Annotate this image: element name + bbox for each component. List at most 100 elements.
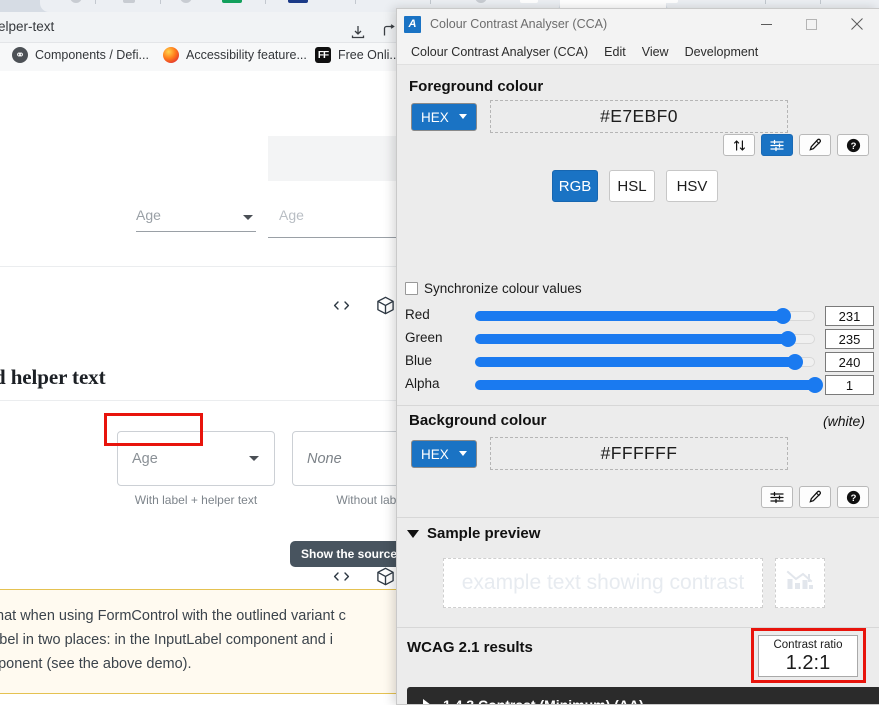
tab-hsv-label: HSV bbox=[676, 177, 708, 195]
download-icon[interactable] bbox=[350, 24, 366, 45]
section-divider bbox=[0, 400, 400, 401]
triangle-down-icon bbox=[407, 529, 419, 538]
tab-favicon[interactable] bbox=[520, 0, 538, 3]
sample-preview-graphic-box bbox=[775, 558, 825, 608]
background-section-title: Background colour bbox=[409, 412, 547, 429]
background-white-note: (white) bbox=[822, 413, 865, 429]
wcag-criterion-label: 1.4.3 Contrast (Minimum) (AA) bbox=[443, 696, 644, 705]
section-divider bbox=[397, 627, 879, 628]
svg-text:?: ? bbox=[850, 493, 856, 504]
demo-grey-panel bbox=[268, 136, 408, 181]
screenshot-root: elper-text ⚭ Components / Defi... Access… bbox=[0, 0, 879, 705]
background-format-select[interactable]: HEX bbox=[411, 440, 477, 468]
slider-value-blue[interactable]: 240 bbox=[825, 352, 874, 372]
wcag-criterion-143[interactable]: 1.4.3 Contrast (Minimum) (AA) bbox=[407, 687, 879, 705]
tab-separator bbox=[355, 0, 356, 4]
tab-separator bbox=[430, 0, 431, 4]
sample-preview-title: Sample preview bbox=[427, 525, 541, 542]
bookmark-label: Accessibility feature... bbox=[186, 48, 307, 62]
slider-fill-alpha bbox=[475, 380, 815, 390]
help-icon[interactable]: ? bbox=[837, 134, 869, 156]
ff-icon: FF bbox=[315, 47, 331, 63]
sliders-icon[interactable] bbox=[761, 486, 793, 508]
foreground-hex-input[interactable]: #E7EBF0 bbox=[490, 100, 788, 133]
code-brackets-icon[interactable] bbox=[333, 570, 350, 588]
cca-app-icon: A bbox=[404, 15, 421, 33]
slider-label-red: Red bbox=[405, 307, 430, 322]
section-divider bbox=[397, 517, 879, 518]
cca-title-bar[interactable]: A Colour Contrast Analyser (CCA) bbox=[397, 9, 879, 40]
slider-thumb-red[interactable] bbox=[775, 308, 791, 324]
sample-preview-text-box: example text showing contrast bbox=[443, 558, 763, 608]
globe-icon: ⚭ bbox=[12, 47, 28, 63]
tab-separator bbox=[765, 0, 766, 4]
tab-favicon[interactable] bbox=[660, 0, 678, 3]
chevron-down-icon[interactable] bbox=[249, 456, 259, 461]
code-brackets-icon[interactable] bbox=[333, 299, 350, 317]
bookmark-label: Free Onli... bbox=[338, 48, 400, 62]
tab-favicon-navy[interactable] bbox=[288, 0, 308, 3]
slider-fill-blue bbox=[475, 357, 795, 367]
codesandbox-cube-icon[interactable] bbox=[376, 567, 395, 591]
synchronize-colour-values-row[interactable]: Synchronize colour values bbox=[405, 281, 582, 296]
tab-favicon[interactable] bbox=[123, 0, 135, 3]
field-helper-text: With label + helper text bbox=[134, 493, 258, 507]
eyedropper-icon[interactable] bbox=[799, 134, 831, 156]
select-age-outlined[interactable]: Age bbox=[279, 207, 304, 223]
codesandbox-cube-icon[interactable] bbox=[376, 296, 395, 320]
bookmark-item-components[interactable]: ⚭ Components / Defi... bbox=[12, 47, 149, 63]
tab-favicon-green[interactable] bbox=[222, 0, 242, 3]
select-underline bbox=[268, 237, 400, 238]
bookmark-item-free-online[interactable]: FF Free Onli... bbox=[315, 47, 400, 63]
foreground-format-select[interactable]: HEX bbox=[411, 103, 477, 131]
sliders-icon[interactable] bbox=[761, 134, 793, 156]
slider-thumb-blue[interactable] bbox=[787, 354, 803, 370]
slider-thumb-alpha[interactable] bbox=[807, 377, 823, 393]
foreground-section-title: Foreground colour bbox=[409, 78, 544, 95]
tooltip-show-source: Show the source bbox=[290, 541, 409, 567]
info-callout: that when using FormControl with the out… bbox=[0, 589, 400, 694]
tab-hsl[interactable]: HSL bbox=[609, 170, 655, 202]
slider-label-blue: Blue bbox=[405, 353, 433, 368]
tab-hsv[interactable]: HSV bbox=[666, 170, 718, 202]
menu-item-development[interactable]: Development bbox=[677, 43, 767, 61]
sample-preview-text: example text showing contrast bbox=[461, 571, 745, 594]
minimize-icon[interactable] bbox=[744, 9, 789, 39]
background-hex-input[interactable]: #FFFFFF bbox=[490, 437, 788, 470]
foreground-hex-value: #E7EBF0 bbox=[600, 106, 678, 126]
help-icon[interactable]: ? bbox=[837, 486, 869, 508]
menu-item-edit[interactable]: Edit bbox=[596, 43, 634, 61]
select-value: None bbox=[307, 450, 342, 467]
cca-body: Foreground colour HEX #E7EBF0 ? RGB HSL … bbox=[397, 65, 879, 705]
menu-item-view[interactable]: View bbox=[634, 43, 677, 61]
close-icon[interactable] bbox=[834, 9, 879, 39]
cca-window: A Colour Contrast Analyser (CCA) Colour … bbox=[396, 8, 879, 705]
swap-colours-icon[interactable] bbox=[723, 134, 755, 156]
foreground-format-label: HEX bbox=[421, 109, 449, 125]
chevron-down-icon[interactable] bbox=[243, 215, 253, 220]
slider-thumb-green[interactable] bbox=[780, 331, 796, 347]
synchronize-checkbox[interactable] bbox=[405, 282, 418, 295]
tab-favicon[interactable] bbox=[590, 0, 608, 3]
page-section-heading: d helper text bbox=[0, 365, 106, 389]
triangle-right-icon bbox=[423, 698, 431, 704]
synchronize-label: Synchronize colour values bbox=[424, 281, 582, 296]
menu-item-app[interactable]: Colour Contrast Analyser (CCA) bbox=[403, 43, 596, 61]
cca-menu-bar: Colour Contrast Analyser (CCA) Edit View… bbox=[397, 40, 879, 65]
slider-value-alpha[interactable]: 1 bbox=[825, 375, 874, 395]
slider-value-green[interactable]: 235 bbox=[825, 329, 874, 349]
callout-line-1: that when using FormControl with the out… bbox=[0, 608, 346, 624]
eyedropper-icon[interactable] bbox=[799, 486, 831, 508]
slider-label-green: Green bbox=[405, 330, 443, 345]
bookmark-item-accessibility[interactable]: Accessibility feature... bbox=[163, 47, 307, 63]
select-age-filled[interactable]: Age bbox=[136, 207, 161, 223]
maximize-icon[interactable] bbox=[789, 9, 834, 39]
tab-rgb[interactable]: RGB bbox=[552, 170, 598, 202]
slider-fill-red bbox=[475, 311, 783, 321]
demo-toolbar-1 bbox=[333, 296, 395, 320]
demo-toolbar-2 bbox=[333, 567, 395, 591]
chevron-down-icon bbox=[459, 451, 467, 456]
bookmark-label: Components / Defi... bbox=[35, 48, 149, 62]
slider-value-red[interactable]: 231 bbox=[825, 306, 874, 326]
sample-preview-disclosure[interactable]: Sample preview bbox=[407, 525, 540, 542]
